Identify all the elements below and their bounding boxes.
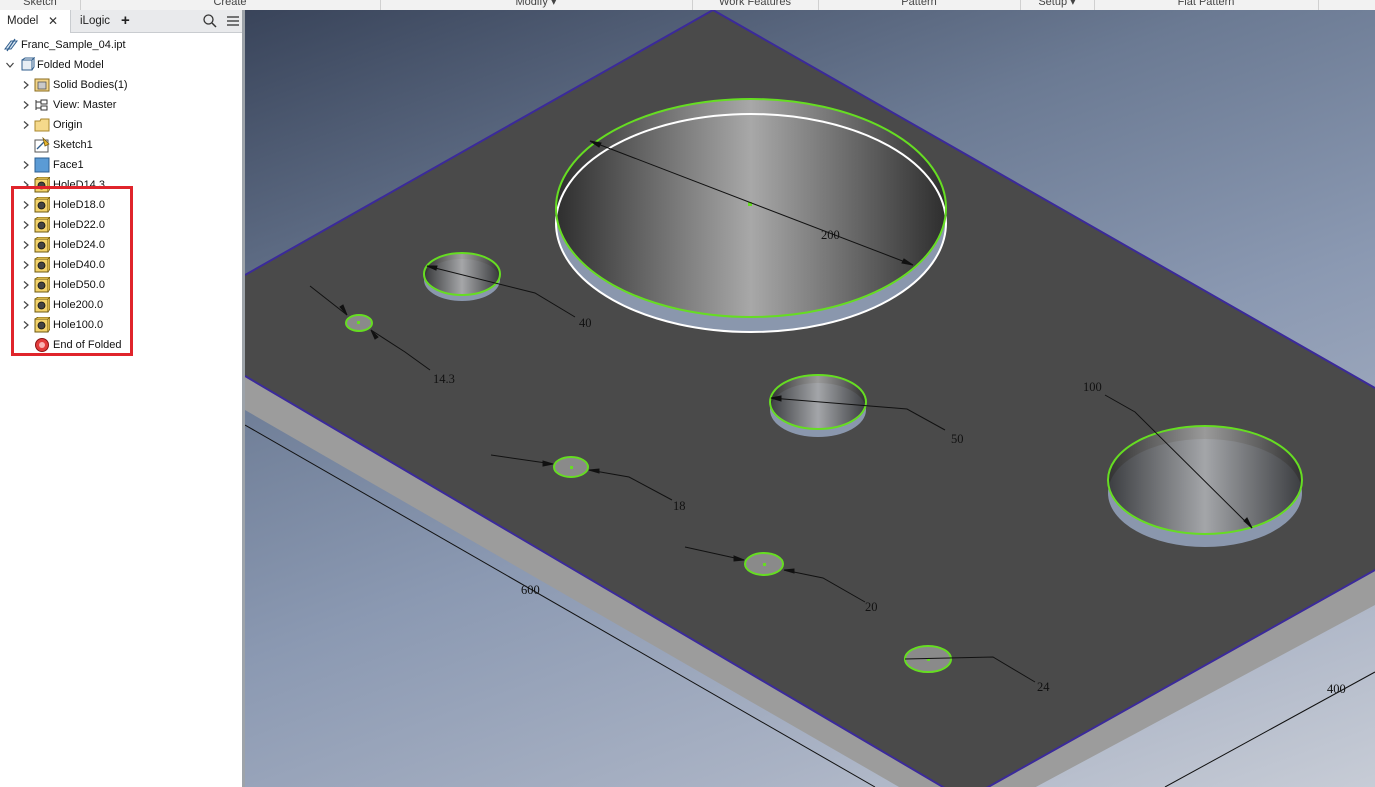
tree-item-label: Solid Bodies(1)	[53, 79, 128, 91]
hole-14-3[interactable]	[345, 314, 373, 332]
tree-item-label: Folded Model	[37, 59, 104, 71]
chevron-right-icon[interactable]	[21, 80, 31, 90]
hole-200[interactable]	[555, 98, 947, 333]
dimension-label-100[interactable]: 100	[1083, 380, 1102, 394]
ribbon-group-modify-label: Modify	[515, 0, 548, 8]
folded-model-icon	[21, 57, 35, 71]
sketch-icon	[34, 137, 50, 153]
browser-tabs: Model ✕ iLogic +	[0, 10, 242, 33]
hole-18[interactable]	[553, 456, 589, 478]
dimension-label-14-3[interactable]: 14.3	[433, 372, 455, 386]
hole-20[interactable]	[744, 552, 784, 576]
tab-model-label: Model	[7, 15, 39, 27]
add-tab-button[interactable]: +	[121, 10, 137, 32]
model-view: 200 40 14.3 50 100 18 20 24 600 400	[245, 10, 1375, 787]
tree-item-label: Franc_Sample_04.ipt	[21, 39, 126, 51]
face-icon	[34, 157, 50, 173]
close-icon[interactable]: ✕	[48, 10, 58, 32]
hole-features-highlight	[11, 186, 133, 356]
dimension-label-50[interactable]: 50	[951, 432, 964, 446]
tab-ilogic-label: iLogic	[80, 15, 111, 27]
ribbon-group-flat-pattern[interactable]: Flat Pattern	[1094, 0, 1319, 10]
folder-icon	[34, 118, 50, 132]
dimension-label-24[interactable]: 24	[1037, 680, 1050, 694]
ribbon-group-sketch[interactable]: Sketch	[0, 0, 81, 10]
hole-40[interactable]	[423, 252, 501, 301]
chevron-down-icon: ▾	[1070, 0, 1076, 8]
ribbon-group-setup[interactable]: Setup ▾	[1020, 0, 1095, 10]
tree-item-label: Origin	[53, 119, 83, 131]
tree-item-label: Face1	[53, 159, 84, 171]
hole-50[interactable]	[769, 374, 867, 437]
part-icon	[4, 38, 18, 52]
tab-ilogic[interactable]: iLogic	[71, 10, 119, 32]
ribbon-group-work-features[interactable]: Work Features	[692, 0, 819, 10]
search-icon[interactable]	[202, 13, 218, 29]
graphics-viewport[interactable]: 200 40 14.3 50 100 18 20 24 600 400	[245, 10, 1375, 787]
solid-bodies-icon	[34, 78, 50, 92]
view-icon	[35, 99, 48, 111]
dimension-label-20[interactable]: 20	[865, 600, 878, 614]
dimension-label-200[interactable]: 200	[821, 228, 840, 242]
chevron-right-icon[interactable]	[21, 160, 31, 170]
dimension-label-600[interactable]: 600	[521, 583, 540, 597]
dimension-label-40[interactable]: 40	[579, 316, 592, 330]
hole-100[interactable]	[1107, 425, 1303, 547]
tab-model[interactable]: Model ✕	[0, 10, 71, 33]
ribbon-group-pattern[interactable]: Pattern	[818, 0, 1021, 10]
chevron-right-icon[interactable]	[21, 100, 31, 110]
ribbon-group-modify[interactable]: Modify ▾	[380, 0, 693, 10]
model-browser: Model ✕ iLogic + Franc_Sample_04.ipt Fol…	[0, 10, 245, 787]
ribbon-group-setup-label: Setup	[1038, 0, 1068, 8]
menu-icon[interactable]	[225, 13, 241, 29]
chevron-down-icon[interactable]	[5, 60, 15, 70]
tree-item-label: View: Master	[53, 99, 117, 111]
chevron-down-icon: ▾	[550, 0, 557, 8]
dimension-label-18[interactable]: 18	[673, 499, 686, 513]
chevron-right-icon[interactable]	[21, 120, 31, 130]
tree-item-label: Sketch1	[53, 139, 93, 151]
ribbon-group-create[interactable]: Create	[80, 0, 381, 10]
dimension-label-400[interactable]: 400	[1327, 682, 1346, 696]
